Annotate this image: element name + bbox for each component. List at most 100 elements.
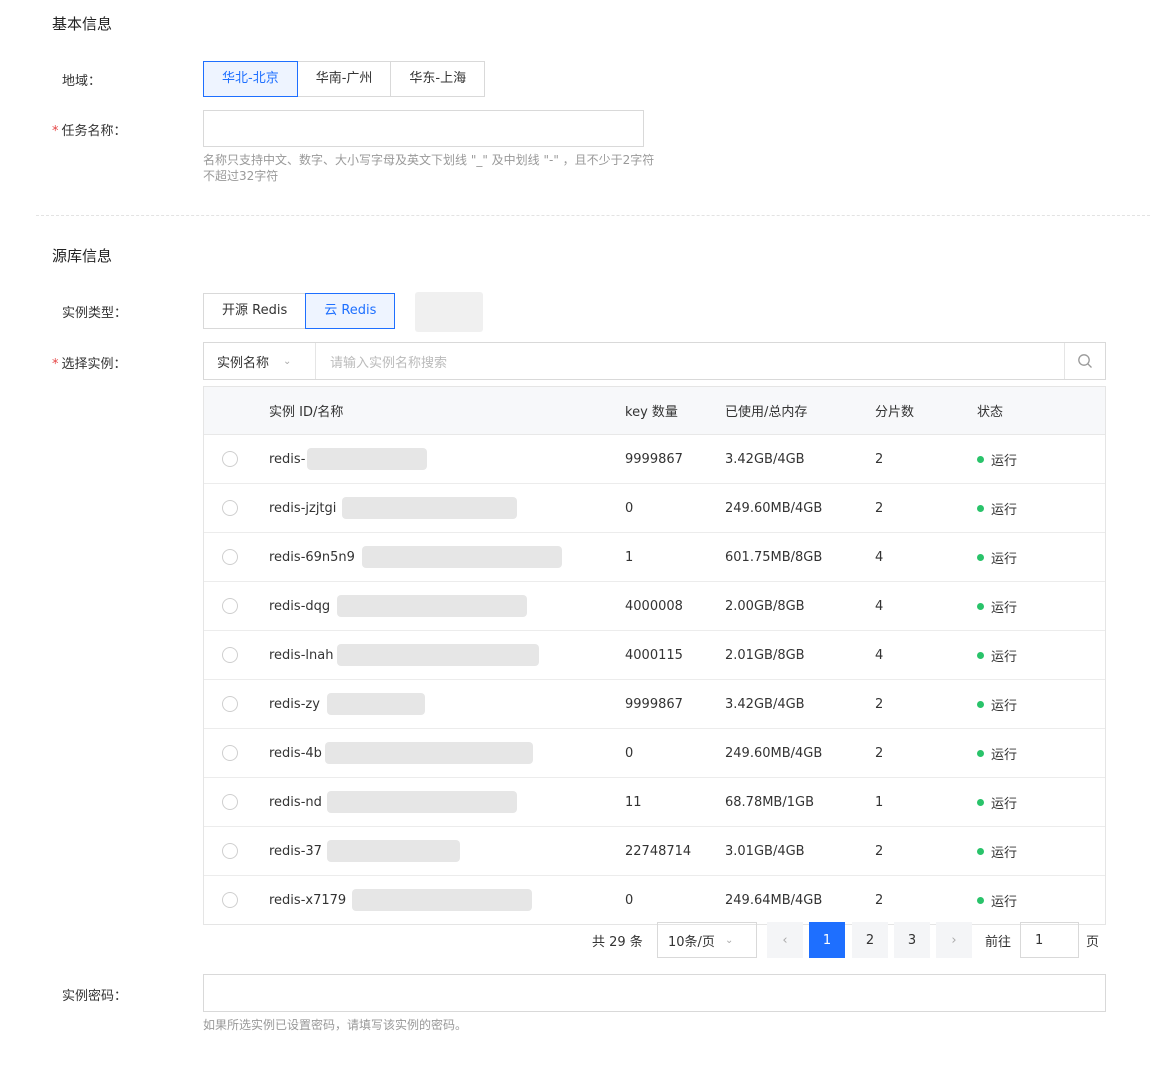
pagination: 共 29 条 10条/页 ⌄ ‹ 1 2 3 › 前往 1 页 (0, 922, 1150, 960)
status-dot-icon (977, 504, 984, 512)
key-count: 11 (625, 794, 642, 810)
page-size-select[interactable]: 10条/页 ⌄ (657, 922, 757, 958)
goto-label: 前往 (985, 934, 1012, 950)
redacted-text (327, 791, 517, 813)
status-badge: 运行 (977, 582, 1017, 630)
status-dot-icon (977, 602, 984, 610)
table-header: 实例 ID/名称 key 数量 已使用/总内存 分片数 状态 (204, 387, 1105, 435)
password-input[interactable] (203, 974, 1106, 1012)
section-title-source: 源库信息 (52, 247, 113, 265)
page-button-3[interactable]: 3 (894, 922, 930, 958)
table-row[interactable]: redis-x7179 0 249.64MB/4GB 2 运行 (204, 876, 1105, 924)
redacted-text (327, 693, 425, 715)
search-input[interactable]: 请输入实例名称搜索 (316, 352, 1064, 371)
password-help: 如果所选实例已设置密码，请填写该实例的密码。 (203, 1018, 468, 1032)
key-count: 1 (625, 549, 634, 565)
header-key-count: key 数量 (625, 405, 678, 420)
filter-field-select[interactable]: 实例名称 ⌄ (204, 343, 316, 379)
memory-usage: 3.42GB/4GB (725, 451, 805, 467)
region-option-shanghai[interactable]: 华东-上海 (390, 61, 486, 97)
row-radio[interactable] (222, 484, 238, 532)
section-title-basic: 基本信息 (52, 15, 113, 33)
row-radio[interactable] (222, 778, 238, 826)
row-radio[interactable] (222, 729, 238, 777)
prev-page-button[interactable]: ‹ (767, 922, 803, 958)
region-option-beijing[interactable]: 华北-北京 (203, 61, 298, 97)
header-instance-id: 实例 ID/名称 (269, 405, 344, 420)
table-row[interactable]: redis-dqg 4000008 2.00GB/8GB 4 运行 (204, 582, 1105, 631)
region-label: 地域： (62, 74, 102, 89)
header-status: 状态 (977, 405, 1004, 420)
status-badge: 运行 (977, 680, 1017, 728)
section-divider (36, 215, 1150, 216)
row-radio[interactable] (222, 631, 238, 679)
region-option-guangzhou[interactable]: 华南-广州 (296, 61, 392, 97)
redacted-text (337, 644, 539, 666)
instance-id: redis-nd (269, 794, 322, 810)
key-count: 9999867 (625, 451, 683, 467)
status-dot-icon (977, 847, 984, 855)
instance-id: redis-69n5n9 (269, 549, 355, 565)
row-radio[interactable] (222, 533, 238, 581)
region-selector: 华北-北京 华南-广州 华东-上海 (203, 61, 486, 97)
page-button-1[interactable]: 1 (809, 922, 845, 958)
instance-type-label: 实例类型： (62, 306, 128, 321)
instance-search: 实例名称 ⌄ 请输入实例名称搜索 (203, 342, 1106, 380)
page-size-label: 10条/页 (668, 934, 715, 950)
instance-id: redis-4b (269, 745, 322, 761)
redacted-text (307, 448, 427, 470)
key-count: 4000008 (625, 598, 683, 614)
instance-type-opensource[interactable]: 开源 Redis (203, 293, 307, 329)
instance-type-cloud[interactable]: 云 Redis (305, 293, 396, 329)
search-button[interactable] (1064, 343, 1105, 379)
status-badge: 运行 (977, 876, 1017, 924)
next-page-button[interactable]: › (936, 922, 972, 958)
row-radio[interactable] (222, 582, 238, 630)
header-shards: 分片数 (875, 405, 915, 420)
table-row[interactable]: redis-37 22748714 3.01GB/4GB 2 运行 (204, 827, 1105, 876)
status-dot-icon (977, 651, 984, 659)
password-label: 实例密码： (62, 989, 128, 1004)
key-count: 9999867 (625, 696, 683, 712)
table-row[interactable]: redis- 9999867 3.42GB/4GB 2 运行 (204, 435, 1105, 484)
status-badge: 运行 (977, 729, 1017, 777)
task-name-input[interactable] (203, 110, 644, 147)
chevron-down-icon: ⌄ (283, 355, 292, 367)
status-badge: 运行 (977, 533, 1017, 581)
status-dot-icon (977, 749, 984, 757)
select-instance-label: * 选择实例： (52, 357, 127, 372)
row-radio[interactable] (222, 435, 238, 483)
shard-count: 2 (875, 892, 884, 908)
key-count: 0 (625, 500, 634, 516)
status-badge: 运行 (977, 631, 1017, 679)
table-row[interactable]: redis-4b 0 249.60MB/4GB 2 运行 (204, 729, 1105, 778)
memory-usage: 249.64MB/4GB (725, 892, 823, 908)
instance-id: redis-37 (269, 843, 322, 859)
status-badge: 运行 (977, 778, 1017, 826)
shard-count: 2 (875, 451, 884, 467)
table-row[interactable]: redis-jzjtgi 0 249.60MB/4GB 2 运行 (204, 484, 1105, 533)
table-row[interactable]: redis-nd 11 68.78MB/1GB 1 运行 (204, 778, 1105, 827)
redacted-text (352, 889, 532, 911)
shard-count: 4 (875, 598, 884, 614)
shard-count: 2 (875, 500, 884, 516)
status-dot-icon (977, 553, 984, 561)
row-radio[interactable] (222, 680, 238, 728)
table-row[interactable]: redis-zy 9999867 3.42GB/4GB 2 运行 (204, 680, 1105, 729)
row-radio[interactable] (222, 876, 238, 924)
instance-id: redis-dqg (269, 598, 331, 614)
status-dot-icon (977, 455, 984, 463)
memory-usage: 2.01GB/8GB (725, 647, 805, 663)
goto-page-input[interactable]: 1 (1020, 922, 1079, 958)
row-radio[interactable] (222, 827, 238, 875)
status-badge: 运行 (977, 827, 1017, 875)
page-button-2[interactable]: 2 (852, 922, 888, 958)
table-row[interactable]: redis-69n5n9 1 601.75MB/8GB 4 运行 (204, 533, 1105, 582)
shard-count: 2 (875, 745, 884, 761)
status-dot-icon (977, 896, 984, 904)
pagination-total: 共 29 条 (592, 934, 643, 950)
table-row[interactable]: redis-lnah 4000115 2.01GB/8GB 4 运行 (204, 631, 1105, 680)
status-dot-icon (977, 798, 984, 806)
instance-id: redis-lnah (269, 647, 334, 663)
search-icon (1078, 354, 1092, 368)
